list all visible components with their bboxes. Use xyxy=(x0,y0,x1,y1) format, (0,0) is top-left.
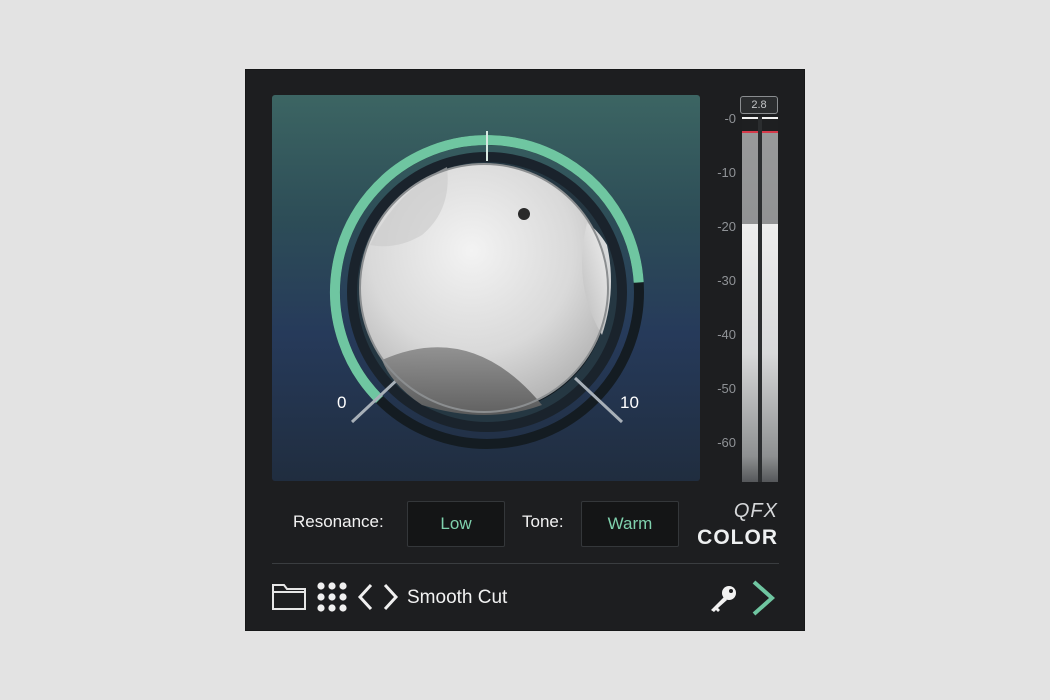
preset-name[interactable]: Smooth Cut xyxy=(407,587,507,609)
meter-channel-right xyxy=(762,117,778,482)
meter-tick: -40 xyxy=(717,327,736,342)
meter-peak-left xyxy=(742,117,758,133)
meter-fill-right xyxy=(762,224,778,482)
forward-chevron-icon[interactable] xyxy=(749,579,777,622)
meter-tick: -50 xyxy=(717,381,736,396)
resonance-label: Resonance: xyxy=(293,512,384,531)
level-meter: 2.8 -0 -10 -20 -30 -40 -50 -60 xyxy=(708,95,788,490)
plugin-window: 0 10 2.8 -0 -10 -20 -30 -40 -50 -60 Reso… xyxy=(246,70,804,630)
folder-icon[interactable] xyxy=(271,581,307,616)
grid-icon[interactable] xyxy=(316,581,348,618)
meter-readout[interactable]: 2.8 xyxy=(740,96,778,114)
tone-label: Tone: xyxy=(522,512,564,531)
bottom-toolbar: Smooth Cut xyxy=(246,573,804,623)
meter-tick: -30 xyxy=(717,273,736,288)
knob-max-label: 10 xyxy=(620,393,639,412)
knob-indicator-dot xyxy=(518,208,530,220)
meter-peak-right xyxy=(762,117,778,133)
knob-panel: 0 10 xyxy=(272,95,700,481)
brand-qfx: QFX xyxy=(733,500,778,522)
controls-row: Resonance: Low Tone: Warm QFX COLOR xyxy=(246,498,804,549)
meter-tick: -20 xyxy=(717,219,736,234)
key-icon[interactable] xyxy=(708,585,738,618)
meter-fill-left xyxy=(742,224,758,482)
tone-select[interactable]: Warm xyxy=(581,501,679,547)
meter-tick: -0 xyxy=(724,111,736,126)
knob-graphic xyxy=(330,131,644,449)
meter-channel-left xyxy=(742,117,758,482)
brand-color: COLOR xyxy=(697,526,778,549)
divider xyxy=(272,563,779,564)
meter-tick: -10 xyxy=(717,165,736,180)
meter-tick: -60 xyxy=(717,435,736,450)
knob-min-label: 0 xyxy=(337,393,347,412)
chevron-left-icon[interactable] xyxy=(356,582,374,617)
resonance-select[interactable]: Low xyxy=(407,501,505,547)
chevron-right-icon[interactable] xyxy=(382,582,400,617)
